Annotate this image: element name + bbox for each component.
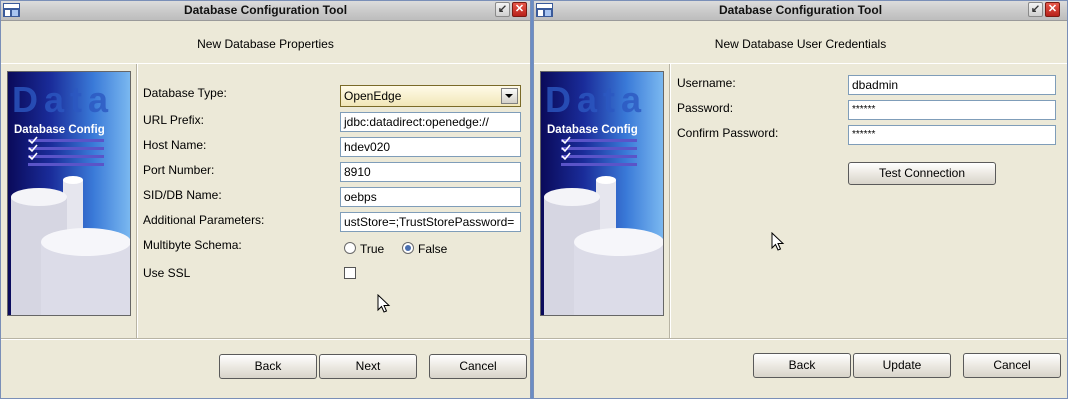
test-connection-button[interactable]: Test Connection bbox=[848, 162, 996, 185]
update-button[interactable]: Update bbox=[853, 353, 951, 378]
next-button[interactable]: Next bbox=[319, 354, 417, 379]
title-bar[interactable]: Database Configuration Tool ↙ ✕ bbox=[1, 1, 530, 21]
url-prefix-label: URL Prefix: bbox=[143, 113, 204, 127]
cancel-button[interactable]: Cancel bbox=[963, 353, 1061, 378]
password-field[interactable]: ****** bbox=[848, 100, 1056, 120]
host-name-label: Host Name: bbox=[143, 138, 207, 152]
port-number-field[interactable]: 8910 bbox=[340, 162, 521, 182]
database-properties-window: Database Configuration Tool ↙ ✕ New Data… bbox=[0, 0, 531, 399]
checklist-icon bbox=[28, 136, 104, 166]
page-header: New Database Properties bbox=[1, 21, 530, 64]
database-illustration: Data Database Config bbox=[11, 79, 130, 315]
host-name-field[interactable]: hdev020 bbox=[340, 137, 521, 157]
sid-label: SID/DB Name: bbox=[143, 188, 222, 202]
port-number-label: Port Number: bbox=[143, 163, 215, 177]
password-label: Password: bbox=[677, 101, 734, 115]
svg-text:Data: Data bbox=[545, 79, 647, 120]
user-credentials-window: Database Configuration Tool ↙ ✕ New Data… bbox=[533, 0, 1068, 399]
multibyte-true-label: True bbox=[360, 242, 385, 256]
logo-text: Data bbox=[545, 79, 647, 120]
divider bbox=[137, 64, 138, 338]
database-illustration: Data Database Config bbox=[544, 79, 663, 315]
sidebar-image: Data Database Config bbox=[540, 71, 664, 316]
database-type-value: OpenEdge bbox=[344, 89, 402, 103]
divider bbox=[670, 64, 671, 338]
database-type-dropdown[interactable]: OpenEdge bbox=[340, 85, 521, 107]
sid-field[interactable]: oebps bbox=[340, 187, 521, 207]
chevron-down-icon[interactable] bbox=[501, 88, 518, 104]
restore-icon[interactable]: ↙ bbox=[1028, 2, 1043, 17]
back-button[interactable]: Back bbox=[753, 353, 851, 378]
close-icon[interactable]: ✕ bbox=[512, 2, 527, 17]
multibyte-true-radio[interactable] bbox=[344, 242, 356, 254]
url-prefix-field[interactable]: jdbc:datadirect:openedge:// bbox=[340, 112, 521, 132]
cylinder-icon bbox=[11, 176, 130, 315]
svg-text:Database Config: Database Config bbox=[547, 124, 638, 136]
multibyte-label: Multibyte Schema: bbox=[143, 238, 242, 252]
sidebar-image: Data Database Config bbox=[7, 71, 131, 316]
window-title: Database Configuration Tool bbox=[718, 3, 883, 17]
additional-params-field[interactable]: ustStore=;TrustStorePassword= bbox=[340, 212, 521, 232]
logo-text: Data bbox=[12, 79, 114, 120]
close-icon[interactable]: ✕ bbox=[1045, 2, 1060, 17]
multibyte-false-label: False bbox=[418, 242, 448, 256]
page-header: New Database User Credentials bbox=[534, 21, 1067, 64]
cylinder-icon bbox=[544, 176, 663, 315]
confirm-password-field[interactable]: ****** bbox=[848, 125, 1056, 145]
database-type-label: Database Type: bbox=[143, 86, 227, 100]
window-title: Database Configuration Tool bbox=[183, 3, 348, 17]
divider bbox=[534, 339, 1067, 340]
mouse-cursor-icon bbox=[377, 294, 391, 313]
divider bbox=[1, 339, 530, 340]
svg-text:Database Config: Database Config bbox=[14, 124, 105, 136]
checklist-icon bbox=[561, 136, 637, 166]
confirm-password-label: Confirm Password: bbox=[677, 126, 779, 140]
back-button[interactable]: Back bbox=[219, 354, 317, 379]
title-bar[interactable]: Database Configuration Tool ↙ ✕ bbox=[534, 1, 1067, 21]
logo-caption: Database Config bbox=[547, 124, 638, 136]
username-field[interactable]: dbadmin bbox=[848, 75, 1056, 95]
page-title: New Database Properties bbox=[197, 37, 334, 51]
cancel-button[interactable]: Cancel bbox=[429, 354, 527, 379]
page-title: New Database User Credentials bbox=[714, 37, 887, 51]
restore-icon[interactable]: ↙ bbox=[495, 2, 510, 17]
use-ssl-label: Use SSL bbox=[143, 266, 191, 280]
additional-params-label: Additional Parameters: bbox=[143, 213, 265, 227]
use-ssl-checkbox[interactable] bbox=[344, 267, 356, 279]
multibyte-false-radio[interactable] bbox=[402, 242, 414, 254]
username-label: Username: bbox=[677, 76, 736, 90]
svg-text:Data: Data bbox=[12, 79, 114, 120]
logo-caption: Database Config bbox=[14, 124, 105, 136]
mouse-cursor-icon bbox=[771, 232, 785, 251]
